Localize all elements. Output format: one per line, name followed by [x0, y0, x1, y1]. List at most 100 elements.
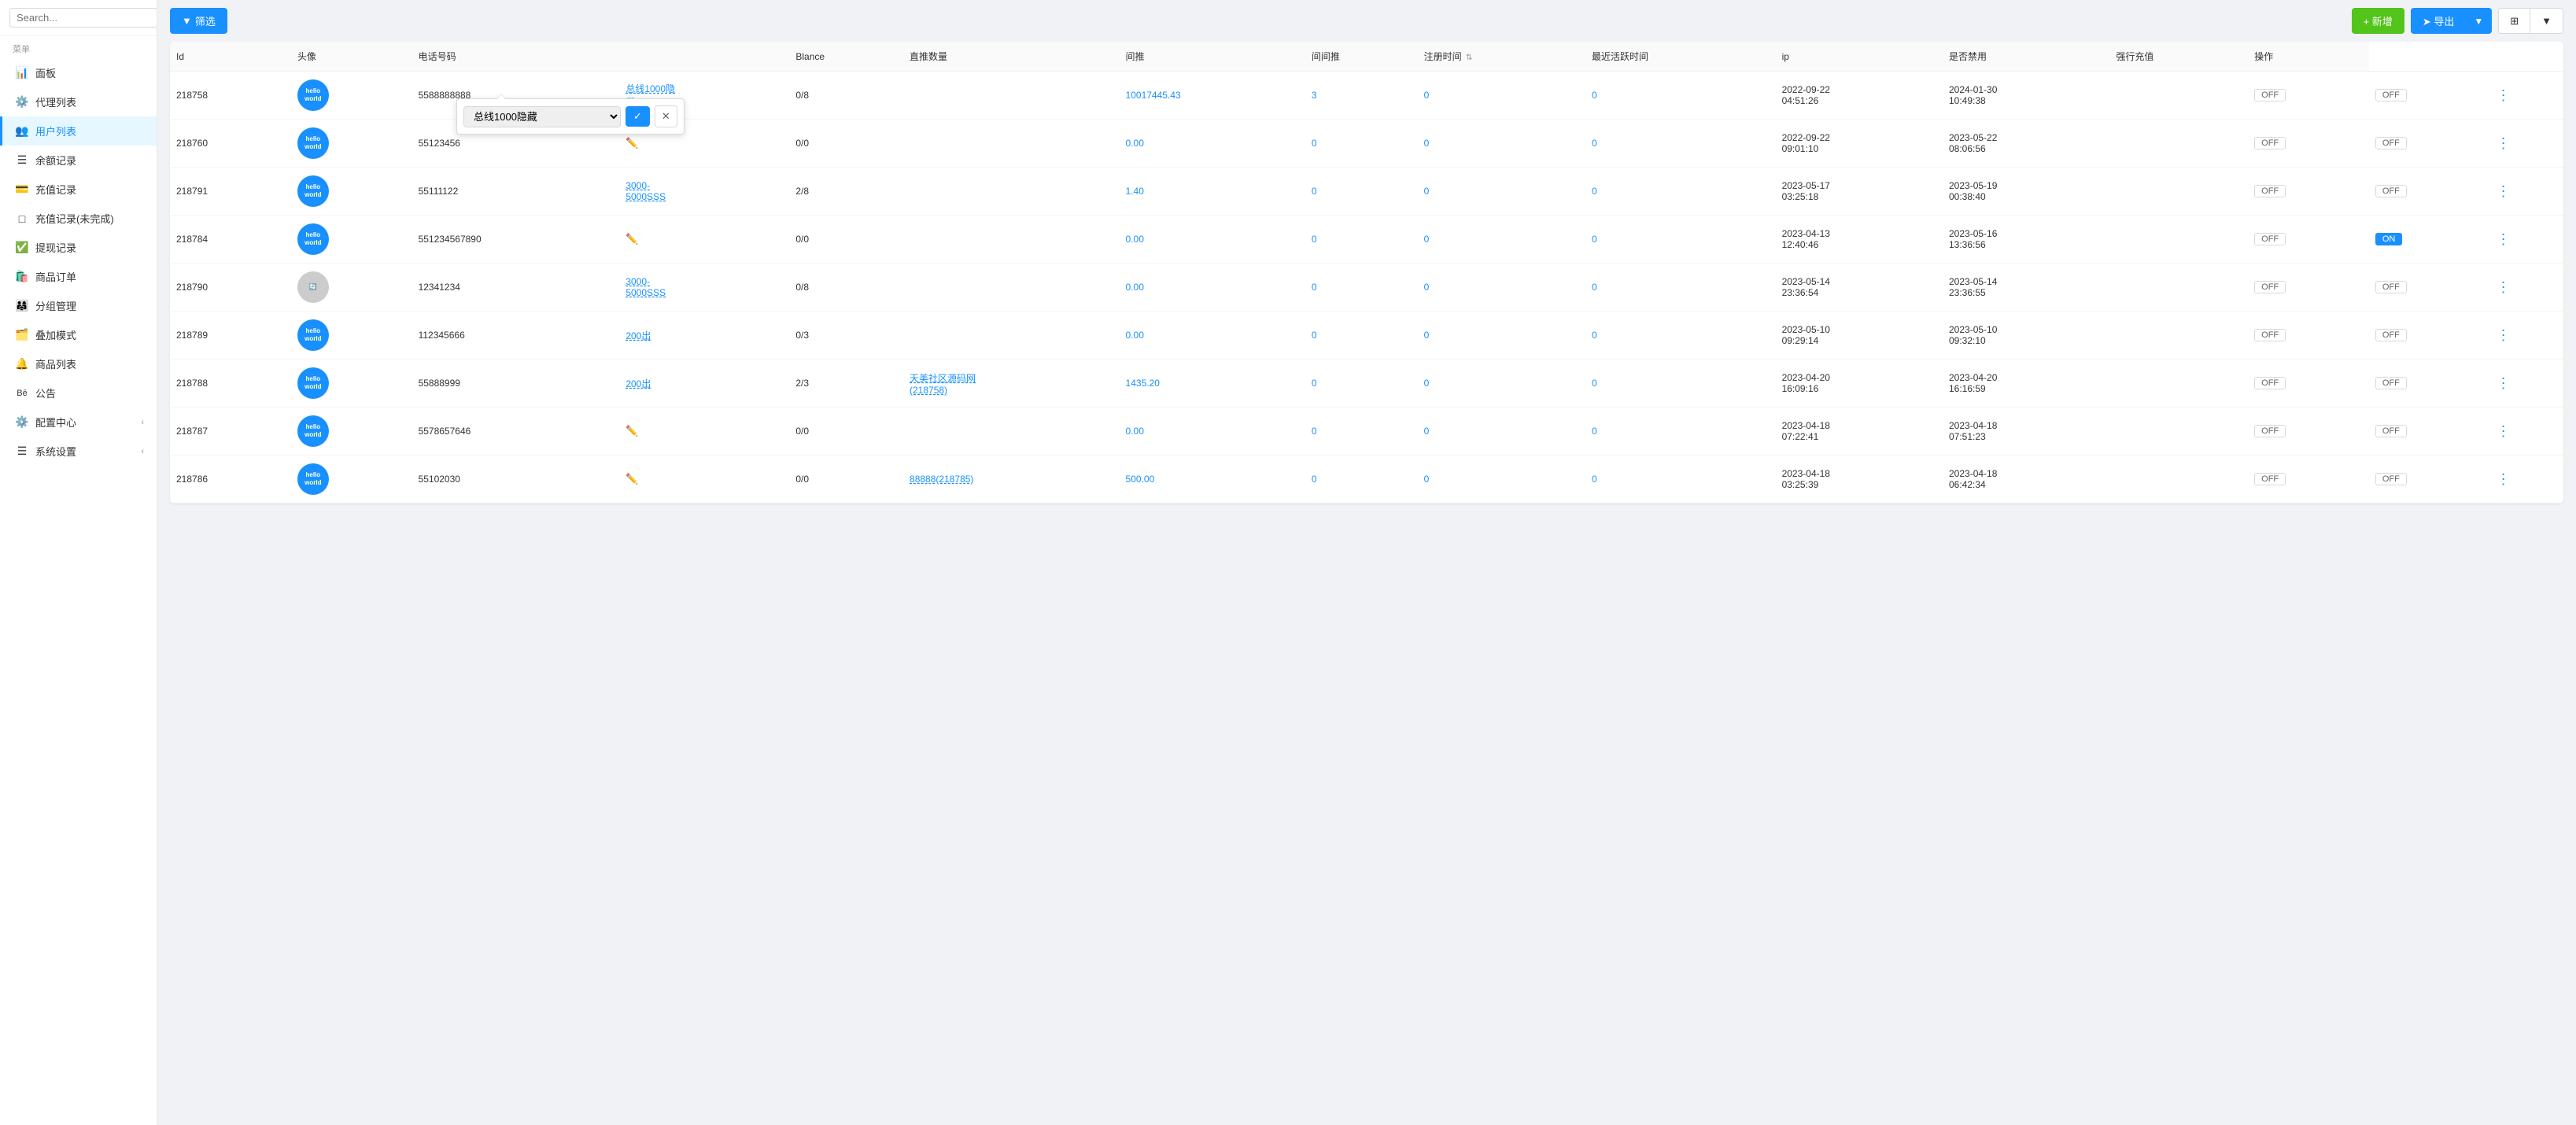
- indirect-link[interactable]: 0: [1424, 282, 1430, 293]
- force-charge-toggle[interactable]: OFF: [2375, 137, 2407, 149]
- indirect-link[interactable]: 0: [1424, 474, 1430, 485]
- indirect-link[interactable]: 0: [1424, 90, 1430, 101]
- sidebar-item-balance-record[interactable]: ☰ 余额记录: [0, 146, 157, 175]
- ref-link[interactable]: 天美社区源码网(218758): [910, 373, 976, 396]
- balance-link[interactable]: 0.00: [1126, 234, 1144, 245]
- direct-link[interactable]: 0: [1312, 282, 1317, 293]
- balance-link[interactable]: 0.00: [1126, 282, 1144, 293]
- table-view-dropdown-button[interactable]: ▼: [2530, 8, 2563, 34]
- direct-link[interactable]: 0: [1312, 186, 1317, 197]
- sidebar-item-config-center[interactable]: ⚙️ 配置中心 ‹: [0, 408, 157, 437]
- cell-indirect2: 0: [1585, 168, 1776, 216]
- sidebar-item-agent-list[interactable]: ⚙️ 代理列表: [0, 87, 157, 116]
- sidebar-item-user-list[interactable]: 👥 用户列表: [0, 116, 157, 146]
- popup-cancel-button[interactable]: ✕: [655, 105, 677, 127]
- force-charge-toggle[interactable]: OFF: [2375, 89, 2407, 101]
- disabled-toggle[interactable]: OFF: [2254, 329, 2286, 341]
- more-action-button[interactable]: ⋮: [2497, 327, 2511, 344]
- balance-link[interactable]: 10017445.43: [1126, 90, 1181, 101]
- indirect-link[interactable]: 0: [1424, 138, 1430, 149]
- indirect2-link[interactable]: 0: [1592, 426, 1597, 437]
- force-charge-toggle[interactable]: ON: [2375, 233, 2403, 245]
- line-link[interactable]: 3000-5000SSS: [626, 180, 666, 202]
- force-charge-toggle[interactable]: OFF: [2375, 281, 2407, 293]
- indirect2-link[interactable]: 0: [1592, 378, 1597, 389]
- popup-confirm-button[interactable]: ✓: [626, 106, 650, 127]
- sidebar-item-product-list[interactable]: 🔔 商品列表: [0, 349, 157, 378]
- edit-line-icon[interactable]: ✏️: [626, 233, 638, 245]
- force-charge-toggle[interactable]: OFF: [2375, 473, 2407, 485]
- force-charge-toggle[interactable]: OFF: [2375, 329, 2407, 341]
- sidebar-item-label: 充值记录: [35, 182, 76, 197]
- sidebar-item-system-settings[interactable]: ☰ 系统设置 ‹: [0, 437, 157, 466]
- balance-link[interactable]: 500.00: [1126, 474, 1155, 485]
- export-button[interactable]: ➤ 导出: [2411, 8, 2466, 34]
- edit-line-icon[interactable]: ✏️: [626, 473, 638, 485]
- table-view-button[interactable]: ⊞: [2498, 8, 2530, 34]
- indirect2-link[interactable]: 0: [1592, 186, 1597, 197]
- line-link[interactable]: 200出: [626, 378, 651, 389]
- direct-link[interactable]: 0: [1312, 330, 1317, 341]
- sort-reg-icon[interactable]: ⇅: [1466, 53, 1472, 62]
- indirect2-link[interactable]: 0: [1592, 282, 1597, 293]
- line-link[interactable]: 3000-5000SSS: [626, 276, 666, 298]
- force-charge-toggle[interactable]: OFF: [2375, 185, 2407, 197]
- disabled-toggle[interactable]: OFF: [2254, 185, 2286, 197]
- balance-link[interactable]: 1435.20: [1126, 378, 1160, 389]
- indirect2-link[interactable]: 0: [1592, 234, 1597, 245]
- more-action-button[interactable]: ⋮: [2497, 231, 2511, 248]
- indirect-link[interactable]: 0: [1424, 234, 1430, 245]
- sidebar-item-withdrawal[interactable]: ✅ 提现记录: [0, 233, 157, 262]
- direct-link[interactable]: 0: [1312, 234, 1317, 245]
- sidebar-item-announcement[interactable]: Bē 公告: [0, 378, 157, 408]
- indirect2-link[interactable]: 0: [1592, 90, 1597, 101]
- disabled-toggle[interactable]: OFF: [2254, 137, 2286, 149]
- indirect-link[interactable]: 0: [1424, 426, 1430, 437]
- more-action-button[interactable]: ⋮: [2497, 423, 2511, 440]
- disabled-toggle[interactable]: OFF: [2254, 233, 2286, 245]
- sidebar-item-dashboard[interactable]: 📊 面板: [0, 58, 157, 87]
- balance-link[interactable]: 0.00: [1126, 138, 1144, 149]
- line-link[interactable]: 200出: [626, 330, 651, 341]
- direct-link[interactable]: 0: [1312, 378, 1317, 389]
- more-action-button[interactable]: ⋮: [2497, 183, 2511, 200]
- more-action-button[interactable]: ⋮: [2497, 471, 2511, 488]
- line-filter-select[interactable]: 总线1000隐藏: [463, 106, 621, 127]
- balance-link[interactable]: 1.40: [1126, 186, 1144, 197]
- direct-link[interactable]: 0: [1312, 426, 1317, 437]
- add-button[interactable]: + 新增: [2352, 8, 2404, 34]
- disabled-toggle[interactable]: OFF: [2254, 377, 2286, 389]
- indirect2-link[interactable]: 0: [1592, 474, 1597, 485]
- filter-button[interactable]: ▼ 筛选: [170, 8, 227, 34]
- force-charge-toggle[interactable]: OFF: [2375, 377, 2407, 389]
- ref-link[interactable]: 88888(218785): [910, 474, 973, 485]
- disabled-toggle[interactable]: OFF: [2254, 89, 2286, 101]
- more-action-button[interactable]: ⋮: [2497, 375, 2511, 392]
- balance-link[interactable]: 0.00: [1126, 426, 1144, 437]
- sidebar-item-product-order[interactable]: 🛍️ 商品订单: [0, 262, 157, 291]
- indirect-link[interactable]: 0: [1424, 186, 1430, 197]
- sidebar-item-recharge-incomplete[interactable]: □ 充值记录(未完成): [0, 204, 157, 233]
- direct-link[interactable]: 3: [1312, 90, 1317, 101]
- sidebar-item-stack-mode[interactable]: 🗂️ 叠加模式: [0, 320, 157, 349]
- search-input[interactable]: [9, 8, 157, 28]
- direct-link[interactable]: 0: [1312, 474, 1317, 485]
- disabled-toggle[interactable]: OFF: [2254, 473, 2286, 485]
- more-action-button[interactable]: ⋮: [2497, 87, 2511, 104]
- balance-link[interactable]: 0.00: [1126, 330, 1144, 341]
- disabled-toggle[interactable]: OFF: [2254, 281, 2286, 293]
- more-action-button[interactable]: ⋮: [2497, 135, 2511, 152]
- indirect-link[interactable]: 0: [1424, 378, 1430, 389]
- indirect2-link[interactable]: 0: [1592, 138, 1597, 149]
- force-charge-toggle[interactable]: OFF: [2375, 425, 2407, 437]
- edit-line-icon[interactable]: ✏️: [626, 425, 638, 437]
- more-action-button[interactable]: ⋮: [2497, 279, 2511, 296]
- indirect-link[interactable]: 0: [1424, 330, 1430, 341]
- indirect2-link[interactable]: 0: [1592, 330, 1597, 341]
- sidebar-item-group-management[interactable]: 👨‍👩‍👧 分组管理: [0, 291, 157, 320]
- edit-line-icon[interactable]: ✏️: [626, 137, 638, 149]
- disabled-toggle[interactable]: OFF: [2254, 425, 2286, 437]
- export-dropdown-button[interactable]: ▼: [2465, 8, 2492, 34]
- sidebar-item-recharge-record[interactable]: 💳 充值记录: [0, 175, 157, 204]
- direct-link[interactable]: 0: [1312, 138, 1317, 149]
